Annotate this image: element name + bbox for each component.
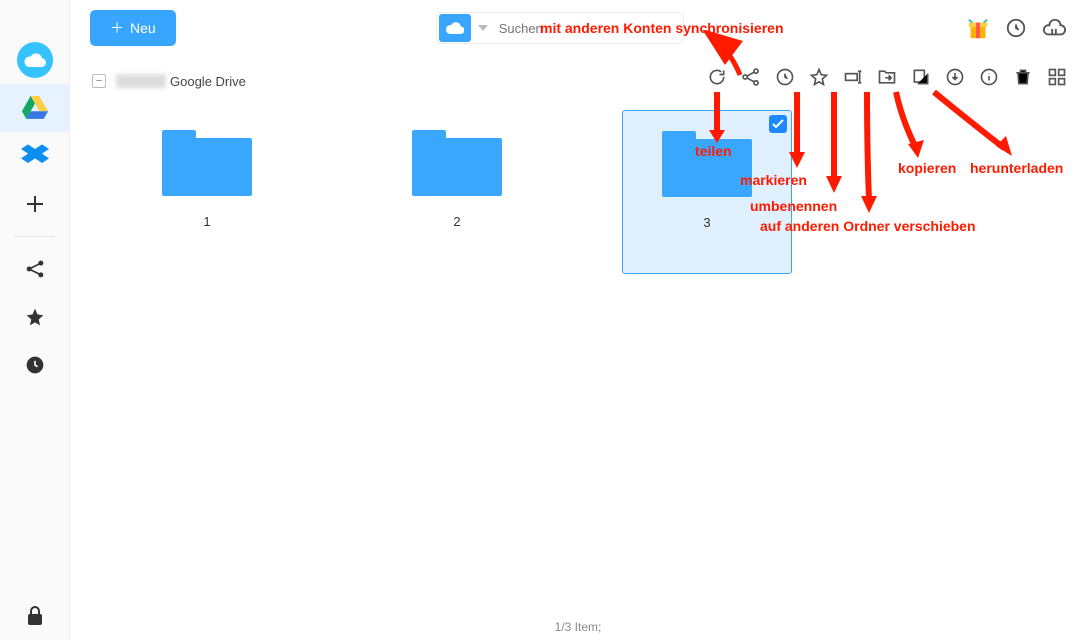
delete-icon[interactable] <box>1012 66 1034 88</box>
google-drive-icon <box>21 96 49 120</box>
cloud-icon <box>446 22 464 34</box>
action-row <box>706 66 1068 88</box>
plus-icon <box>25 194 45 214</box>
search-container <box>436 12 684 44</box>
chevron-down-icon[interactable] <box>473 25 493 31</box>
cloud-logo-icon <box>17 42 53 78</box>
sidebar-dropbox[interactable] <box>0 132 70 180</box>
history-action-icon[interactable] <box>774 66 796 88</box>
sidebar-lock[interactable] <box>0 592 70 640</box>
folder-icon <box>662 131 752 197</box>
folder-item[interactable]: 2 <box>372 110 542 610</box>
status-bar: 1/3 Item; <box>70 620 1086 634</box>
sidebar <box>0 0 70 640</box>
move-icon[interactable] <box>876 66 898 88</box>
folder-label: 1 <box>203 214 210 229</box>
refresh-icon[interactable] <box>706 66 728 88</box>
collapse-toggle[interactable]: – <box>92 74 106 88</box>
new-button-label: Neu <box>130 20 156 36</box>
sidebar-star[interactable] <box>0 293 70 341</box>
sidebar-share[interactable] <box>0 245 70 293</box>
star-icon <box>25 307 45 327</box>
search-input[interactable] <box>493 21 683 36</box>
service-label: Google Drive <box>170 74 246 89</box>
new-button[interactable]: ＋ Neu <box>90 10 176 46</box>
share-icon <box>25 259 45 279</box>
folder-icon <box>162 130 252 196</box>
check-badge <box>769 115 787 133</box>
folder-grid: 1 2 3 <box>92 110 1086 610</box>
sidebar-app-logo[interactable] <box>0 36 70 84</box>
clock-icon <box>25 355 45 375</box>
folder-icon <box>412 130 502 196</box>
topbar-right <box>966 16 1066 40</box>
topbar: ＋ Neu <box>70 0 1086 56</box>
gift-icon[interactable] <box>966 16 990 40</box>
plus-icon: ＋ <box>110 18 124 38</box>
info-icon[interactable] <box>978 66 1000 88</box>
cloud-selector[interactable] <box>439 14 471 42</box>
sidebar-separator <box>15 236 55 237</box>
lock-icon <box>26 606 44 626</box>
sidebar-google-drive[interactable] <box>0 84 70 132</box>
star-action-icon[interactable] <box>808 66 830 88</box>
sidebar-add-cloud[interactable] <box>0 180 70 228</box>
sidebar-history[interactable] <box>0 341 70 389</box>
history-top-icon[interactable] <box>1004 16 1028 40</box>
rename-icon[interactable] <box>842 66 864 88</box>
account-name-blurred <box>116 74 166 88</box>
cloud-transfer-icon[interactable] <box>1042 16 1066 40</box>
folder-item[interactable]: 1 <box>122 110 292 610</box>
copy-icon[interactable] <box>910 66 932 88</box>
folder-label: 2 <box>453 214 460 229</box>
download-icon[interactable] <box>944 66 966 88</box>
dropbox-icon <box>21 144 49 168</box>
folder-label: 3 <box>703 215 710 230</box>
folder-item-selected[interactable]: 3 <box>622 110 792 274</box>
share-action-icon[interactable] <box>740 66 762 88</box>
grid-view-icon[interactable] <box>1046 66 1068 88</box>
